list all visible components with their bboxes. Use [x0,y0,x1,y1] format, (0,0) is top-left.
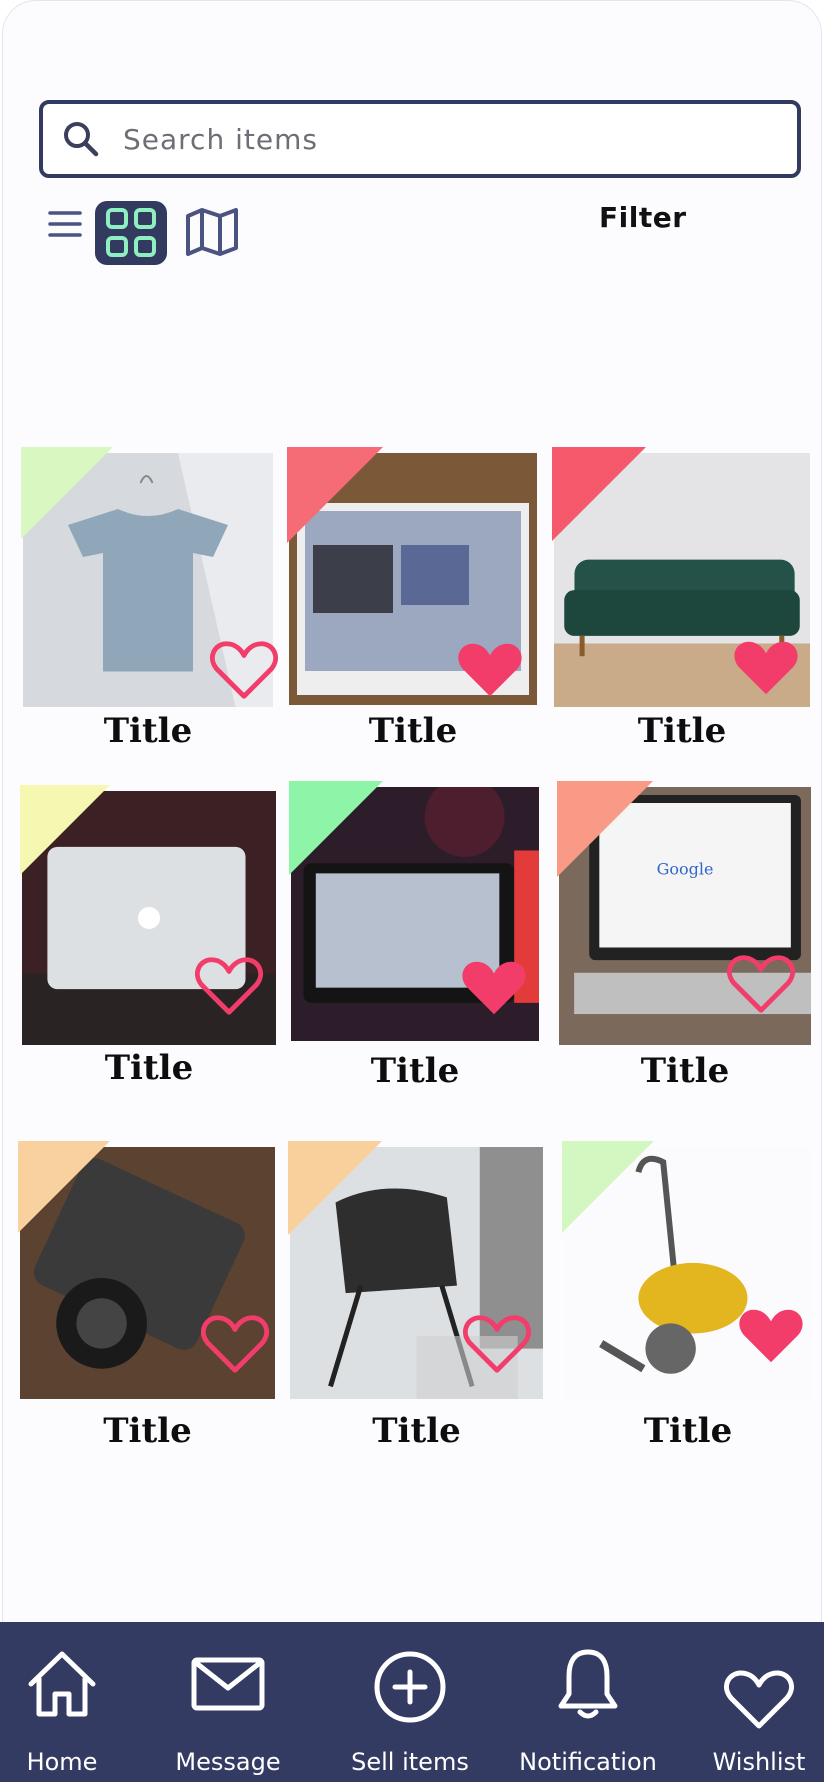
heart-icon [727,955,795,1013]
wishlist-toggle[interactable] [462,1313,532,1375]
category-tag-corner [562,1141,654,1233]
item-title[interactable]: Title [289,711,537,751]
heart-icon [724,1670,794,1729]
heart-icon [734,641,798,695]
nav-message[interactable]: Message [166,1622,290,1782]
svg-text:Google: Google [657,860,714,879]
category-tag-corner [18,1141,110,1233]
item-card[interactable]: Google Title [557,781,811,1115]
item-title[interactable]: Title [23,711,273,751]
category-tag-corner [557,781,653,877]
menu-icon[interactable] [47,207,83,243]
item-card[interactable]: Title [562,1141,812,1469]
wishlist-toggle[interactable] [736,1305,806,1367]
plus-circle-icon [374,1651,446,1723]
nav-label: Message [175,1748,281,1776]
bell-icon [558,1649,618,1719]
item-title[interactable]: Title [291,1051,539,1091]
wishlist-toggle[interactable] [194,955,264,1017]
heart-icon [210,641,278,699]
heart-icon [739,1309,803,1363]
mail-icon [191,1657,265,1711]
nav-label: Notification [519,1748,657,1776]
heart-icon [462,961,526,1015]
search-bar[interactable] [39,100,801,178]
nav-label: Wishlist [712,1748,806,1776]
bottom-nav: Home Message Sell items Notification Wis… [0,1622,824,1782]
category-tag-corner [287,447,383,543]
filter-button[interactable]: Filter [599,201,687,234]
wishlist-toggle[interactable] [731,637,801,699]
item-title[interactable]: Title [554,711,810,751]
wishlist-toggle[interactable] [200,1313,270,1375]
item-card[interactable]: Title [20,785,276,1115]
item-card[interactable]: Title [21,447,278,777]
search-icon [64,122,99,157]
item-title[interactable]: Title [290,1411,543,1451]
category-tag-corner [552,447,646,541]
wishlist-toggle[interactable] [455,639,525,701]
wishlist-toggle[interactable] [459,957,529,1019]
item-card[interactable]: Title [289,781,539,1111]
category-tag-corner [289,781,383,875]
nav-wishlist[interactable]: Wishlist [700,1622,818,1782]
category-tag-corner [288,1141,382,1235]
search-input[interactable] [121,121,725,157]
nav-home[interactable]: Home [0,1622,124,1782]
nav-label: Sell items [351,1748,469,1776]
item-title[interactable]: Title [564,1411,812,1451]
item-title[interactable]: Title [22,1048,276,1088]
category-tag-corner [20,785,110,875]
map-icon[interactable] [183,206,241,258]
item-card[interactable]: Title [287,447,537,775]
heart-icon [463,1315,531,1373]
wishlist-toggle[interactable] [209,639,279,701]
home-icon [28,1651,96,1717]
item-title[interactable]: Title [20,1411,275,1451]
nav-notification[interactable]: Notification [516,1622,660,1782]
item-card[interactable]: Title [18,1141,275,1469]
category-tag-corner [21,447,113,539]
item-card[interactable]: Title [288,1141,543,1469]
heart-icon [195,957,263,1015]
item-card[interactable]: Title [552,447,810,777]
nav-label: Home [26,1748,98,1776]
app-screen: Filter Title Title Title Title Title Goo… [2,0,822,1782]
wishlist-toggle[interactable] [726,953,796,1015]
heart-icon [458,643,522,697]
nav-sell-items[interactable]: Sell items [340,1622,480,1782]
grid-icon [106,208,156,257]
item-title[interactable]: Title [559,1051,811,1091]
heart-icon [201,1315,269,1373]
grid-view-button[interactable] [95,201,167,265]
